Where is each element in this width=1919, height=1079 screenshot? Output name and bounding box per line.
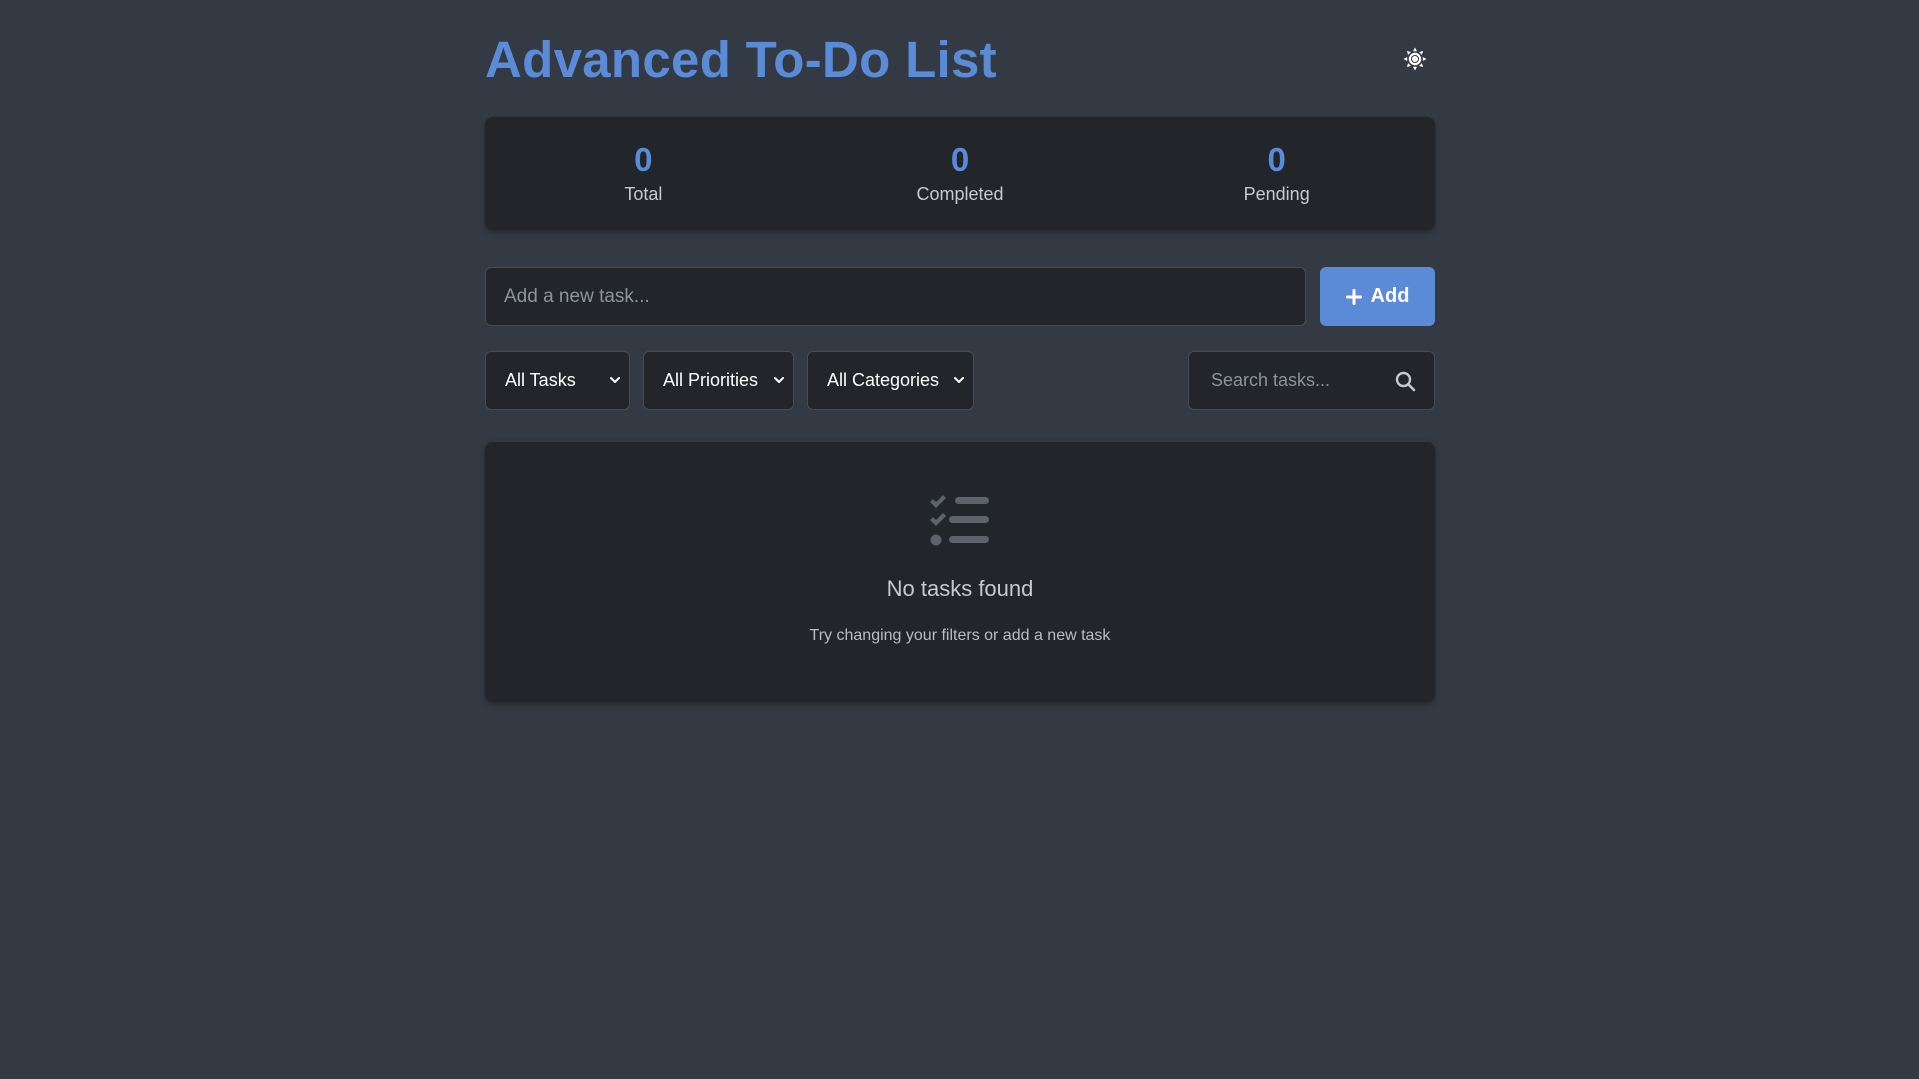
stat-pending: 0 Pending [1118, 117, 1435, 230]
theme-toggle-button[interactable] [1400, 44, 1430, 74]
stats-panel: 0 Total 0 Completed 0 Pending [485, 117, 1435, 230]
category-filter-value: All Categories [827, 370, 940, 390]
add-task-row: Add [485, 267, 1435, 326]
stat-label: Pending [1243, 184, 1310, 204]
search-box [1188, 351, 1435, 410]
chevron-down-icon [774, 377, 784, 383]
stat-total: 0 Total [485, 117, 802, 230]
new-task-input[interactable] [485, 267, 1306, 326]
search-icon[interactable] [1395, 371, 1416, 392]
filter-row: All Tasks All Priorities All Categories [485, 351, 1435, 410]
chevron-down-icon [610, 377, 620, 383]
category-filter-select[interactable]: All Categories [807, 351, 974, 410]
stat-value: 0 [950, 141, 970, 178]
status-filter-value: All Tasks [505, 370, 576, 390]
stat-completed: 0 Completed [802, 117, 1119, 230]
search-input[interactable] [1189, 352, 1389, 409]
empty-state-subtitle: Try changing your filters or add a new t… [809, 627, 1111, 644]
tasks-list-icon [930, 495, 989, 546]
status-filter-select[interactable]: All Tasks [485, 351, 630, 410]
stat-value: 0 [1267, 141, 1286, 178]
app-container: Advanced To-Do List 0 Total 0 Completed … [485, 0, 1435, 702]
stat-label: Total [624, 184, 663, 204]
priority-filter-value: All Priorities [663, 370, 759, 390]
header: Advanced To-Do List [485, 0, 1435, 117]
add-task-button[interactable]: Add [1320, 267, 1435, 326]
sun-icon [1403, 47, 1427, 71]
stat-label: Completed [916, 184, 1004, 204]
plus-icon [1345, 288, 1362, 305]
page-title: Advanced To-Do List [485, 31, 997, 88]
task-list-empty-state: No tasks found Try changing your filters… [485, 442, 1435, 702]
empty-state-title: No tasks found [886, 576, 1034, 601]
add-button-label: Add [1370, 285, 1410, 307]
priority-filter-select[interactable]: All Priorities [643, 351, 794, 410]
stat-value: 0 [634, 141, 653, 178]
chevron-down-icon [954, 377, 964, 383]
